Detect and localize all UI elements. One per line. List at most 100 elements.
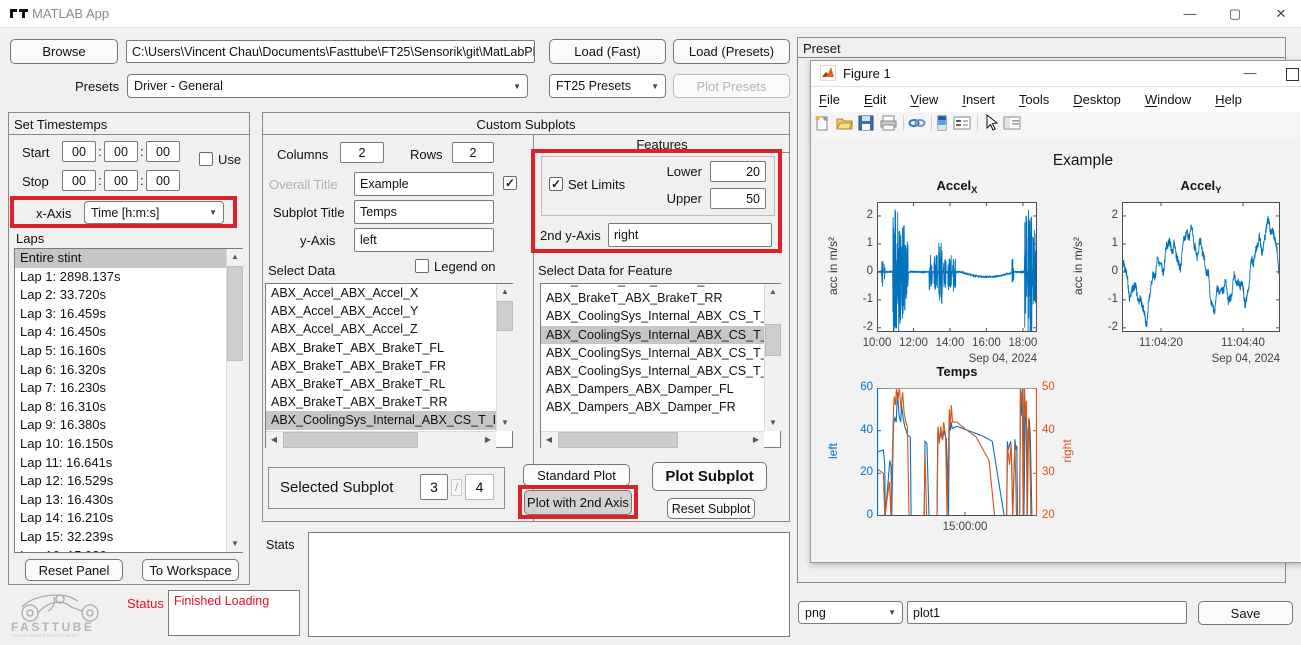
scroll-left-icon[interactable]: ◀: [266, 432, 282, 448]
edit-plot-cursor-icon[interactable]: [984, 114, 998, 132]
scroll-right-icon[interactable]: ▶: [748, 432, 764, 448]
second-y-field[interactable]: right: [608, 223, 772, 247]
list-item[interactable]: ABX_BrakeT_ABX_BrakeT_RL: [266, 375, 512, 393]
scroll-down-icon[interactable]: ▼: [497, 415, 513, 431]
list-item[interactable]: Lap 11: 16.641s: [15, 454, 242, 473]
list-item[interactable]: Lap 9: 16.380s: [15, 416, 242, 435]
overall-title-checkbox[interactable]: [503, 176, 517, 190]
to-workspace-button[interactable]: To Workspace: [142, 559, 239, 581]
list-item[interactable]: ABX_Accel_ABX_Accel_Y: [266, 302, 512, 320]
scroll-up-icon[interactable]: ▲: [497, 284, 513, 300]
list-item[interactable]: Lap 5: 16.160s: [15, 342, 242, 361]
scroll-down-icon[interactable]: ▼: [227, 536, 243, 552]
figure-menu-file[interactable]: File: [819, 92, 840, 107]
minimize-button[interactable]: —: [1168, 0, 1212, 27]
reset-subplot-button[interactable]: Reset Subplot: [667, 498, 755, 519]
list-item[interactable]: Lap 8: 16.310s: [15, 398, 242, 417]
stop-hh-field[interactable]: 00: [62, 170, 96, 191]
xaxis-dropdown[interactable]: Time [h:m:s] ▼: [84, 201, 224, 224]
list-item[interactable]: ABX_BrakeT_ABX_BrakeT_RR: [541, 289, 780, 307]
list-item[interactable]: Lap 4: 16.450s: [15, 323, 242, 342]
list-item[interactable]: ABX_BrakeT_ABX_BrakeT_FR: [266, 357, 512, 375]
scrollbar-thumb[interactable]: [283, 432, 418, 448]
list-item[interactable]: ABX_Accel_ABX_Accel_Z: [266, 320, 512, 338]
maximize-button[interactable]: ▢: [1213, 0, 1257, 27]
list-item[interactable]: Lap 16: 15.980s: [15, 547, 242, 554]
scroll-left-icon[interactable]: ◀: [541, 432, 557, 448]
plot-subplot-button[interactable]: Plot Subplot: [652, 462, 767, 491]
list-item[interactable]: Lap 14: 16.210s: [15, 509, 242, 528]
laps-list[interactable]: Entire stintLap 1: 2898.137sLap 2: 33.72…: [14, 248, 243, 553]
list-item[interactable]: Lap 10: 16.150s: [15, 435, 242, 454]
subplot-title-field[interactable]: Temps: [354, 200, 494, 224]
list-item[interactable]: Lap 2: 33.720s: [15, 286, 242, 305]
rows-field[interactable]: 2: [452, 142, 494, 163]
figure-menu-tools[interactable]: Tools: [1019, 92, 1049, 107]
list-item[interactable]: ABX_Accel_ABX_Accel_X: [266, 284, 512, 302]
close-button[interactable]: ✕: [1259, 0, 1301, 27]
list-item[interactable]: ABX_CoolingSys_Internal_ABX_CS_T_MotL: [541, 344, 780, 362]
scroll-up-icon[interactable]: ▲: [227, 249, 243, 265]
list-item[interactable]: Lap 13: 16.430s: [15, 491, 242, 510]
select-data-vscroll[interactable]: ▲ ▼: [496, 284, 513, 431]
insert-legend-icon[interactable]: [953, 115, 971, 131]
standard-plot-button[interactable]: Standard Plot: [523, 464, 630, 486]
insert-colorbar-icon[interactable]: [936, 115, 948, 131]
scrollbar-thumb[interactable]: [765, 324, 781, 356]
figure-menu-view[interactable]: View: [910, 92, 938, 107]
save-figure-icon[interactable]: [858, 115, 874, 131]
list-item[interactable]: Lap 3: 16.459s: [15, 305, 242, 324]
start-ss-field[interactable]: 00: [146, 141, 180, 162]
select-data-list[interactable]: ABX_Accel_ABX_Accel_XABX_Accel_ABX_Accel…: [265, 283, 513, 448]
plot-2nd-axis-button[interactable]: Plot with 2nd Axis: [524, 490, 632, 515]
plot-browser-icon[interactable]: [1003, 115, 1021, 131]
browse-button[interactable]: Browse: [10, 39, 118, 64]
feature-vscroll[interactable]: ▲ ▼: [764, 284, 781, 431]
list-item[interactable]: ABX_CoolingSys_Internal_ABX_CS_T_InvR: [541, 326, 780, 344]
stats-textarea[interactable]: [308, 532, 790, 637]
format-dropdown[interactable]: png ▼: [798, 601, 903, 624]
list-item[interactable]: Lap 1: 2898.137s: [15, 268, 242, 287]
scroll-up-icon[interactable]: ▲: [765, 284, 781, 300]
reset-panel-button[interactable]: Reset Panel: [25, 559, 123, 581]
selected-subplot-field[interactable]: 3: [420, 474, 448, 500]
link-plot-icon[interactable]: [908, 115, 926, 131]
feature-data-list[interactable]: ABX_BrakeT_ABX_BrakeT_RLABX_BrakeT_ABX_B…: [540, 283, 781, 448]
scrollbar-thumb[interactable]: [558, 432, 678, 448]
start-hh-field[interactable]: 00: [62, 141, 96, 162]
use-checkbox[interactable]: [199, 152, 213, 166]
list-item[interactable]: Lap 7: 16.230s: [15, 379, 242, 398]
upper-field[interactable]: 50: [710, 188, 766, 209]
figure-menu-window[interactable]: Window: [1145, 92, 1191, 107]
legend-on-checkbox[interactable]: [415, 259, 429, 273]
list-item[interactable]: ABX_Dampers_ABX_Damper_FL: [541, 380, 780, 398]
scroll-right-icon[interactable]: ▶: [480, 432, 496, 448]
scrollbar-thumb[interactable]: [497, 301, 513, 331]
figure-maximize-button[interactable]: [1286, 68, 1299, 81]
scroll-down-icon[interactable]: ▼: [765, 415, 781, 431]
print-icon[interactable]: [880, 115, 897, 131]
ft25-presets-dropdown[interactable]: FT25 Presets ▼: [549, 74, 666, 98]
list-item[interactable]: ABX_BrakeT_ABX_BrakeT_FL: [266, 339, 512, 357]
lower-field[interactable]: 20: [710, 161, 766, 182]
list-item[interactable]: Lap 15: 32.239s: [15, 528, 242, 547]
list-item[interactable]: ABX_CoolingSys_Internal_ABX_CS_T_MotR: [541, 362, 780, 380]
figure-menu-edit[interactable]: Edit: [864, 92, 886, 107]
open-file-icon[interactable]: [836, 115, 853, 131]
load-presets-button[interactable]: Load (Presets): [673, 39, 790, 64]
presets-dropdown[interactable]: Driver - General ▼: [127, 74, 528, 98]
overall-title-field[interactable]: Example: [354, 172, 494, 196]
figure-menu-desktop[interactable]: Desktop: [1073, 92, 1121, 107]
figure-menu-insert[interactable]: Insert: [962, 92, 995, 107]
figure-minimize-button[interactable]: —: [1228, 61, 1272, 85]
list-item[interactable]: ABX_CoolingSys_Internal_ABX_CS_T_InvL: [541, 307, 780, 325]
yaxis-field[interactable]: left: [354, 228, 494, 252]
scrollbar-thumb[interactable]: [227, 266, 243, 361]
select-data-hscroll[interactable]: ◀ ▶: [266, 431, 496, 448]
list-item[interactable]: Entire stint: [15, 249, 242, 268]
list-item[interactable]: ABX_CoolingSys_Internal_ABX_CS_T_InvL: [266, 411, 512, 429]
load-fast-button[interactable]: Load (Fast): [549, 39, 666, 64]
feature-hscroll[interactable]: ◀ ▶: [541, 431, 764, 448]
list-item[interactable]: ABX_BrakeT_ABX_BrakeT_RR: [266, 393, 512, 411]
stop-ss-field[interactable]: 00: [146, 170, 180, 191]
